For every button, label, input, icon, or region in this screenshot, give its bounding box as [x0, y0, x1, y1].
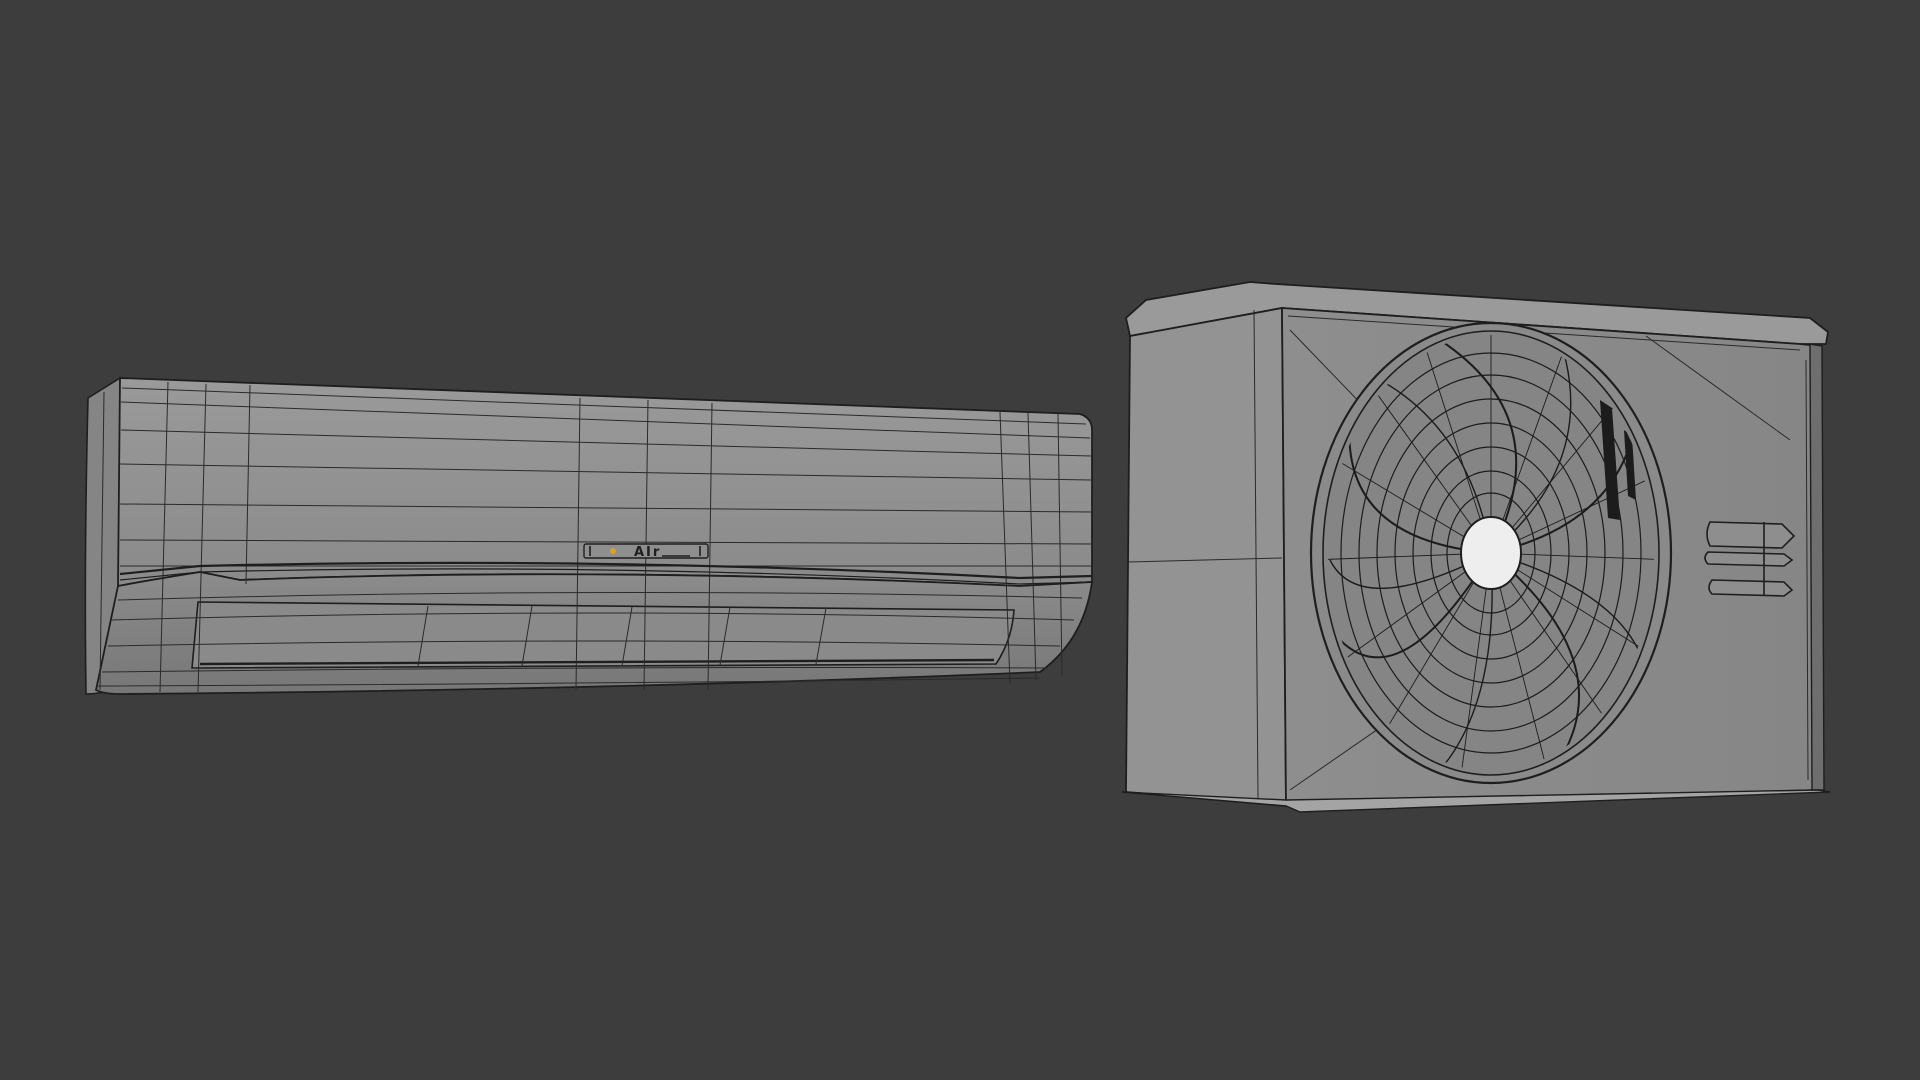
brand-logo: AIr	[634, 545, 661, 560]
outdoor-side-panel	[1125, 306, 1287, 807]
3d-viewport[interactable]: AIr	[0, 0, 1920, 1080]
indoor-ac-unit: AIr	[84, 376, 1094, 695]
scene: AIr	[84, 281, 1831, 813]
fan-grille	[1309, 321, 1673, 785]
power-indicator-light	[610, 548, 616, 554]
service-port-cover	[1704, 521, 1796, 597]
outdoor-ac-unit	[1121, 281, 1831, 813]
indoor-display-panel: AIr	[583, 543, 709, 560]
fan-hub	[1460, 516, 1522, 590]
indoor-air-outlet	[191, 601, 1015, 669]
